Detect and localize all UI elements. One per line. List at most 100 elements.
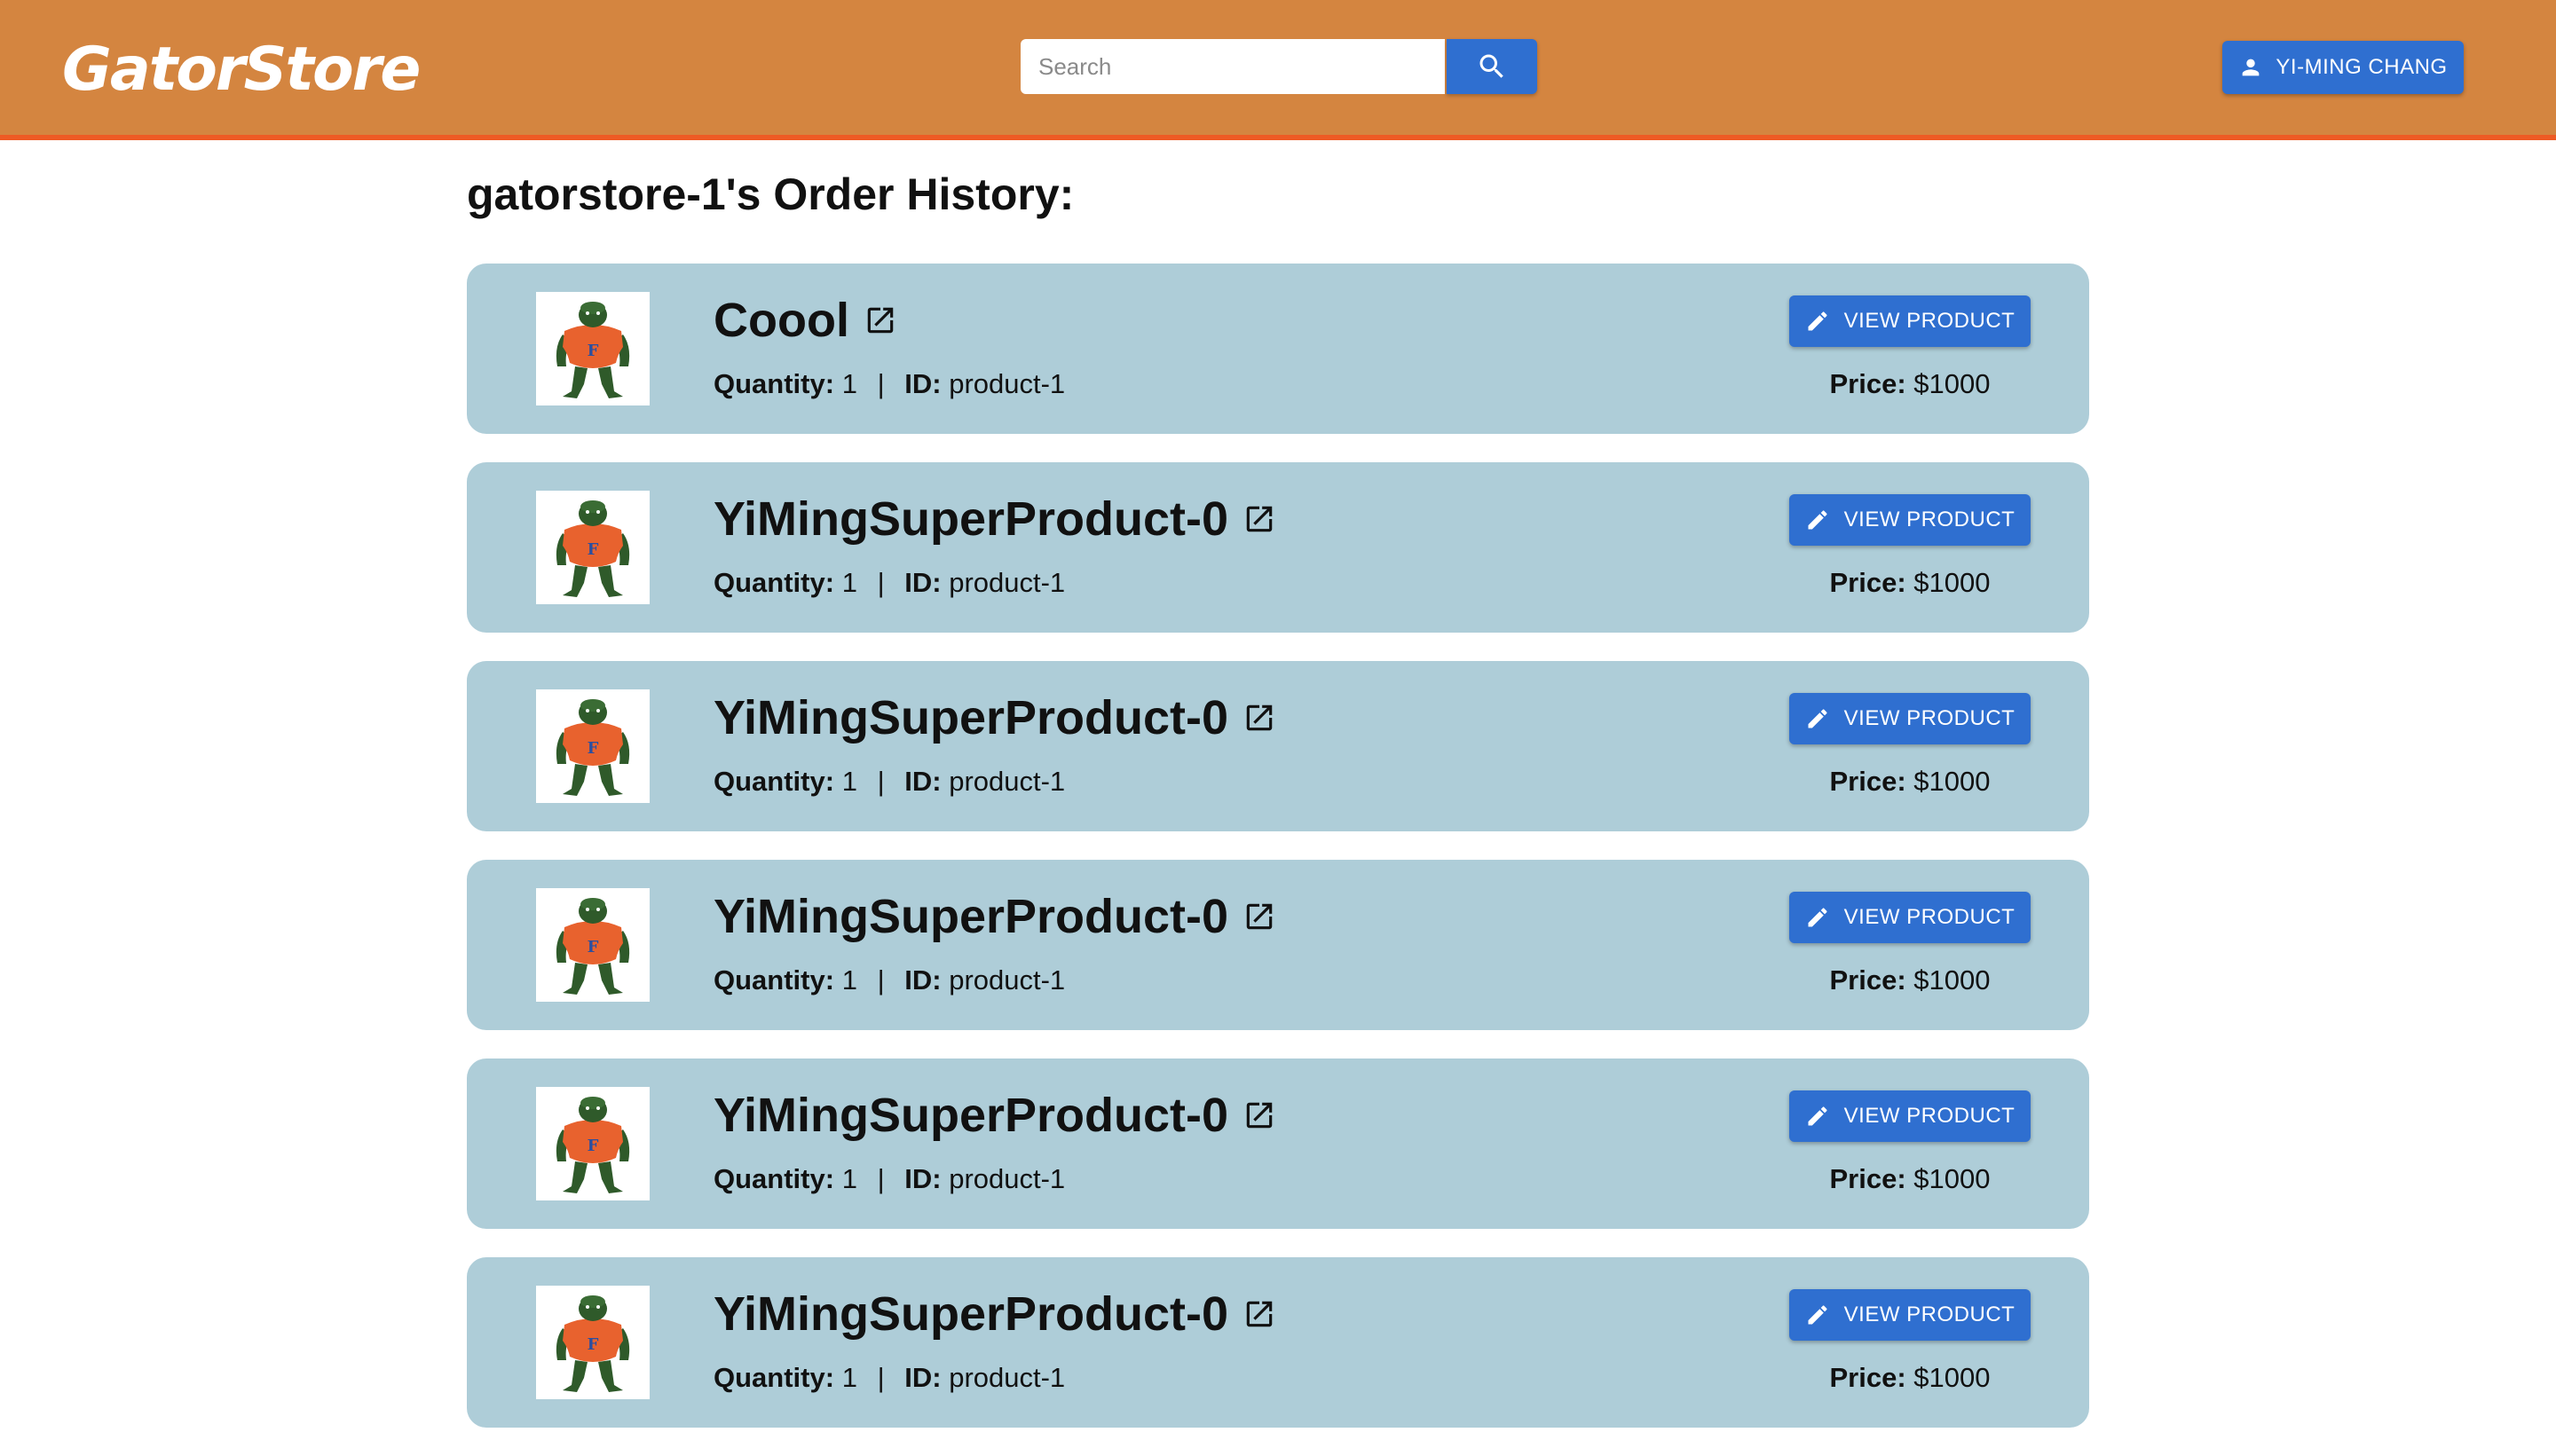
view-product-button[interactable]: VIEW PRODUCT xyxy=(1789,1289,2031,1341)
order-list: F Coool Quantity: 1 | ID: product-1 VIEW… xyxy=(467,264,2089,1456)
id-value: product-1 xyxy=(949,368,1066,399)
order-card: F YiMingSuperProduct-0 Quantity: 1 | ID:… xyxy=(467,860,2089,1030)
meta-separator: | xyxy=(877,1163,885,1194)
product-thumbnail[interactable]: F xyxy=(536,1286,650,1399)
id-value: product-1 xyxy=(949,1163,1066,1194)
order-card: F YiMingSuperProduct-0 Quantity: 1 | ID:… xyxy=(467,1059,2089,1229)
order-card: F YiMingSuperProduct-0 Quantity: 1 | ID:… xyxy=(467,1257,2089,1428)
id-value: product-1 xyxy=(949,1362,1066,1393)
order-price: Price: $1000 xyxy=(1789,565,2031,601)
price-value: $1000 xyxy=(1913,567,1991,598)
product-name-link[interactable]: YiMingSuperProduct-0 xyxy=(714,1286,1276,1342)
product-name[interactable]: YiMingSuperProduct-0 xyxy=(714,1087,1228,1144)
price-value: $1000 xyxy=(1913,1163,1991,1194)
meta-separator: | xyxy=(877,567,885,598)
open-in-new-icon[interactable] xyxy=(1242,1098,1276,1132)
quantity-label: Quantity: xyxy=(714,766,835,797)
product-thumbnail[interactable]: F xyxy=(536,491,650,604)
svg-text:F: F xyxy=(588,1137,599,1155)
product-name[interactable]: YiMingSuperProduct-0 xyxy=(714,888,1228,945)
product-name[interactable]: Coool xyxy=(714,292,849,349)
gator-mascot-image: F xyxy=(536,1286,650,1399)
product-name[interactable]: YiMingSuperProduct-0 xyxy=(714,491,1228,547)
price-label: Price: xyxy=(1829,567,1906,598)
gator-mascot-image: F xyxy=(536,292,650,405)
order-card: F Coool Quantity: 1 | ID: product-1 VIEW… xyxy=(467,264,2089,434)
quantity-value: 1 xyxy=(841,964,857,996)
search-button[interactable] xyxy=(1447,39,1537,94)
search-icon xyxy=(1476,51,1508,83)
price-value: $1000 xyxy=(1913,964,1991,996)
quantity-label: Quantity: xyxy=(714,1163,835,1194)
quantity-label: Quantity: xyxy=(714,964,835,996)
price-label: Price: xyxy=(1829,1362,1906,1393)
order-meta: Quantity: 1 | ID: product-1 xyxy=(714,565,1065,601)
user-account-button[interactable]: YI-MING CHANG xyxy=(2222,41,2464,94)
order-price: Price: $1000 xyxy=(1789,1360,2031,1396)
open-in-new-icon[interactable] xyxy=(1242,502,1276,536)
meta-separator: | xyxy=(877,964,885,996)
order-price: Price: $1000 xyxy=(1789,366,2031,402)
page-title: gatorstore-1's Order History: xyxy=(467,169,1075,219)
gator-mascot-image: F xyxy=(536,888,650,1002)
view-product-label: VIEW PRODUCT xyxy=(1843,309,2016,333)
open-in-new-icon[interactable] xyxy=(864,303,897,337)
id-label: ID: xyxy=(904,964,942,996)
product-name-link[interactable]: Coool xyxy=(714,292,897,349)
view-product-button[interactable]: VIEW PRODUCT xyxy=(1789,295,2031,347)
gator-mascot-image: F xyxy=(536,689,650,803)
pencil-icon xyxy=(1805,508,1830,532)
search-input[interactable] xyxy=(1021,39,1445,94)
price-value: $1000 xyxy=(1913,1362,1991,1393)
quantity-value: 1 xyxy=(841,567,857,598)
order-meta: Quantity: 1 | ID: product-1 xyxy=(714,1161,1065,1197)
meta-separator: | xyxy=(877,766,885,797)
quantity-label: Quantity: xyxy=(714,368,835,399)
view-product-label: VIEW PRODUCT xyxy=(1843,1303,2016,1326)
product-name-link[interactable]: YiMingSuperProduct-0 xyxy=(714,1087,1276,1144)
view-product-label: VIEW PRODUCT xyxy=(1843,905,2016,929)
quantity-label: Quantity: xyxy=(714,567,835,598)
open-in-new-icon[interactable] xyxy=(1242,1297,1276,1331)
product-name[interactable]: YiMingSuperProduct-0 xyxy=(714,1286,1228,1342)
quantity-value: 1 xyxy=(841,766,857,797)
gator-mascot-image: F xyxy=(536,491,650,604)
product-name-link[interactable]: YiMingSuperProduct-0 xyxy=(714,491,1276,547)
price-label: Price: xyxy=(1829,964,1906,996)
pencil-icon xyxy=(1805,309,1830,334)
svg-text:F: F xyxy=(588,739,599,758)
open-in-new-icon[interactable] xyxy=(1242,900,1276,933)
top-app-bar: GatorStore YI-MING CHANG xyxy=(0,0,2556,140)
product-name-link[interactable]: YiMingSuperProduct-0 xyxy=(714,689,1276,746)
view-product-button[interactable]: VIEW PRODUCT xyxy=(1789,892,2031,943)
order-card: F YiMingSuperProduct-0 Quantity: 1 | ID:… xyxy=(467,661,2089,831)
person-icon xyxy=(2238,55,2263,80)
product-thumbnail[interactable]: F xyxy=(536,689,650,803)
store-logo[interactable]: GatorStore xyxy=(62,30,421,110)
order-meta: Quantity: 1 | ID: product-1 xyxy=(714,764,1065,799)
id-label: ID: xyxy=(904,1163,942,1194)
id-label: ID: xyxy=(904,766,942,797)
product-name[interactable]: YiMingSuperProduct-0 xyxy=(714,689,1228,746)
id-label: ID: xyxy=(904,1362,942,1393)
svg-text:F: F xyxy=(588,1335,599,1354)
gator-mascot-image: F xyxy=(536,1087,650,1200)
view-product-label: VIEW PRODUCT xyxy=(1843,1104,2016,1128)
view-product-button[interactable]: VIEW PRODUCT xyxy=(1789,1090,2031,1142)
product-thumbnail[interactable]: F xyxy=(536,292,650,405)
meta-separator: | xyxy=(877,1362,885,1393)
order-meta: Quantity: 1 | ID: product-1 xyxy=(714,366,1065,402)
open-in-new-icon[interactable] xyxy=(1242,701,1276,735)
view-product-button[interactable]: VIEW PRODUCT xyxy=(1789,693,2031,744)
svg-text:F: F xyxy=(588,342,599,360)
product-thumbnail[interactable]: F xyxy=(536,888,650,1002)
quantity-value: 1 xyxy=(841,1163,857,1194)
quantity-value: 1 xyxy=(841,368,857,399)
pencil-icon xyxy=(1805,706,1830,731)
view-product-button[interactable]: VIEW PRODUCT xyxy=(1789,494,2031,546)
svg-text:F: F xyxy=(588,938,599,956)
product-thumbnail[interactable]: F xyxy=(536,1087,650,1200)
product-name-link[interactable]: YiMingSuperProduct-0 xyxy=(714,888,1276,945)
pencil-icon xyxy=(1805,905,1830,930)
user-name-label: YI-MING CHANG xyxy=(2276,55,2448,79)
